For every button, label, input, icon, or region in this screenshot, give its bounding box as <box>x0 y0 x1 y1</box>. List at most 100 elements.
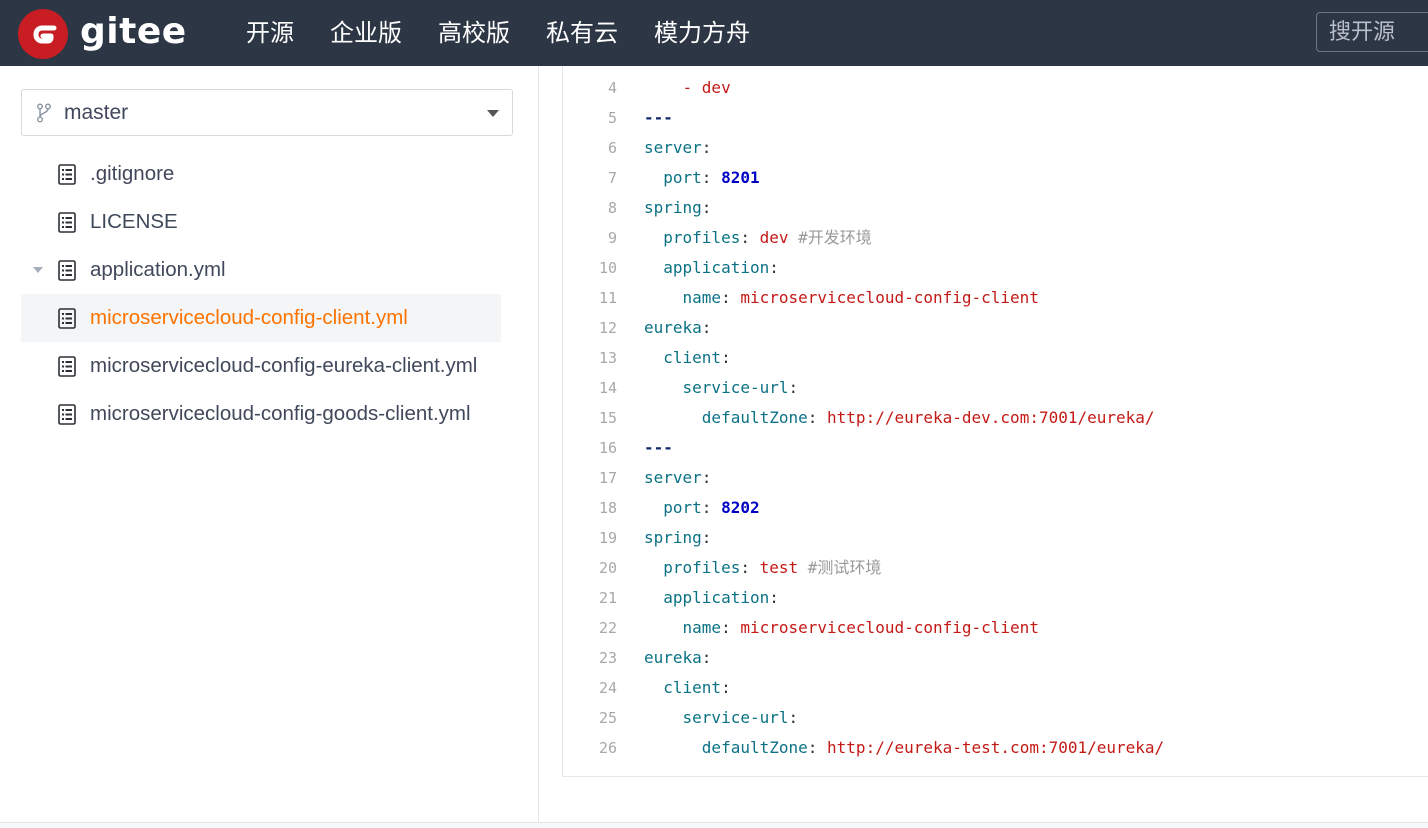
nav-item-education[interactable]: 高校版 <box>438 18 510 50</box>
code-token-key: application <box>663 588 770 607</box>
line-number: 25 <box>598 709 617 727</box>
code-token-plain: : <box>701 528 712 547</box>
code-line: 11 name: microservicecloud-config-client <box>563 283 1428 313</box>
code-token-val: http://eureka-dev.com:7001/eureka/ <box>827 408 1155 427</box>
git-branch-icon <box>37 103 51 123</box>
code-line: 5 --- <box>563 103 1428 133</box>
search-input[interactable]: 搜开源 <box>1316 12 1428 52</box>
code-token-val: dev <box>759 228 789 247</box>
file-name: microservicecloud-config-eureka-client.y… <box>90 354 478 377</box>
code-viewer: 4 - dev 5 --- 6 server: 7 port: 8201 8 spring: 9… <box>562 66 1428 777</box>
code-text: eureka: <box>644 313 711 343</box>
code-line: 17 server: <box>563 463 1428 493</box>
gitee-logo-icon[interactable] <box>18 9 68 59</box>
file-tree-item[interactable]: .gitignore <box>21 150 501 198</box>
code-token-plain: : <box>721 288 741 307</box>
line-number: 18 <box>598 499 617 517</box>
code-text: service-url: <box>644 703 799 733</box>
file-text-icon <box>58 212 76 238</box>
code-text: --- <box>644 103 673 133</box>
branch-name: master <box>64 101 129 124</box>
branch-selector[interactable]: master <box>21 89 513 136</box>
footer-strip <box>0 823 1428 828</box>
code-token-plain: : <box>701 648 712 667</box>
file-text-icon <box>58 308 76 334</box>
caret-down-icon[interactable] <box>33 267 43 273</box>
code-token-key: server <box>644 138 702 157</box>
code-token-key: defaultZone <box>701 408 808 427</box>
line-number: 15 <box>598 409 617 427</box>
brand-name[interactable]: gitee <box>80 8 187 56</box>
code-text: service-url: <box>644 373 799 403</box>
code-token-com: #开发环境 <box>798 228 872 247</box>
line-number: 4 <box>607 79 617 97</box>
file-tree-item[interactable]: microservicecloud-config-eureka-client.y… <box>21 342 501 390</box>
chevron-down-icon <box>487 110 499 117</box>
file-name: microservicecloud-config-client.yml <box>90 306 408 329</box>
code-token-com: #测试环境 <box>807 558 882 577</box>
file-tree-item[interactable]: LICENSE <box>21 198 501 246</box>
code-token-plain: : <box>701 468 712 487</box>
code-line: 13 client: <box>563 343 1428 373</box>
code-line: 19 spring: <box>563 523 1428 553</box>
code-text: name: microservicecloud-config-client <box>644 613 1039 643</box>
nav-item-moli-fangzhou[interactable]: 模力方舟 <box>654 18 750 50</box>
line-number: 8 <box>607 199 617 217</box>
code-line: 16 --- <box>563 433 1428 463</box>
line-number: 6 <box>607 139 617 157</box>
code-line: 25 service-url: <box>563 703 1428 733</box>
code-line: 6 server: <box>563 133 1428 163</box>
line-number: 12 <box>598 319 617 337</box>
file-tree-panel: master .gitignore LICENSE application.yml m… <box>0 66 539 822</box>
file-tree-item[interactable]: microservicecloud-config-client.yml <box>21 294 501 342</box>
code-token-key: name <box>682 618 722 637</box>
code-token-plain: : <box>721 618 741 637</box>
code-token-plain: : <box>701 138 712 157</box>
code-text: port: 8201 <box>644 163 759 193</box>
code-token-plain: : <box>701 318 712 337</box>
file-tree-item[interactable]: application.yml <box>21 246 501 294</box>
code-token-key: port <box>663 168 702 187</box>
file-text-icon <box>58 164 76 190</box>
code-line: 10 application: <box>563 253 1428 283</box>
code-token-key: profiles <box>663 558 741 577</box>
nav-item-private-cloud[interactable]: 私有云 <box>546 18 618 50</box>
file-name: LICENSE <box>90 210 178 233</box>
line-number: 13 <box>598 349 617 367</box>
code-token-plain: : <box>807 738 828 757</box>
code-line: 9 profiles: dev #开发环境 <box>563 223 1428 253</box>
code-text: application: <box>644 583 779 613</box>
file-name: application.yml <box>90 258 226 281</box>
code-text: spring: <box>644 193 711 223</box>
line-number: 19 <box>598 529 617 547</box>
code-line: 14 service-url: <box>563 373 1428 403</box>
nav-item-open-source[interactable]: 开源 <box>246 18 294 50</box>
file-tree-item[interactable]: microservicecloud-config-goods-client.ym… <box>21 390 501 438</box>
code-text: --- <box>644 433 673 463</box>
top-navigation-bar: gitee 开源 企业版 高校版 私有云 模力方舟 搜开源 <box>0 0 1428 66</box>
code-token-key: name <box>682 288 722 307</box>
line-number: 22 <box>598 619 617 637</box>
code-line: 24 client: <box>563 673 1428 703</box>
code-token-sep: --- <box>644 108 673 127</box>
code-token-plain: : <box>788 708 799 727</box>
code-token-num: 8202 <box>721 498 760 517</box>
line-number: 26 <box>598 739 617 757</box>
code-token-key: application <box>663 258 770 277</box>
code-token-key: spring <box>644 198 702 217</box>
nav-item-enterprise[interactable]: 企业版 <box>330 18 402 50</box>
line-number: 11 <box>598 289 617 307</box>
line-number: 9 <box>607 229 617 247</box>
code-text: application: <box>644 253 779 283</box>
code-token-key: eureka <box>644 318 702 337</box>
code-text: eureka: <box>644 643 711 673</box>
code-token-plain: : <box>701 498 722 517</box>
